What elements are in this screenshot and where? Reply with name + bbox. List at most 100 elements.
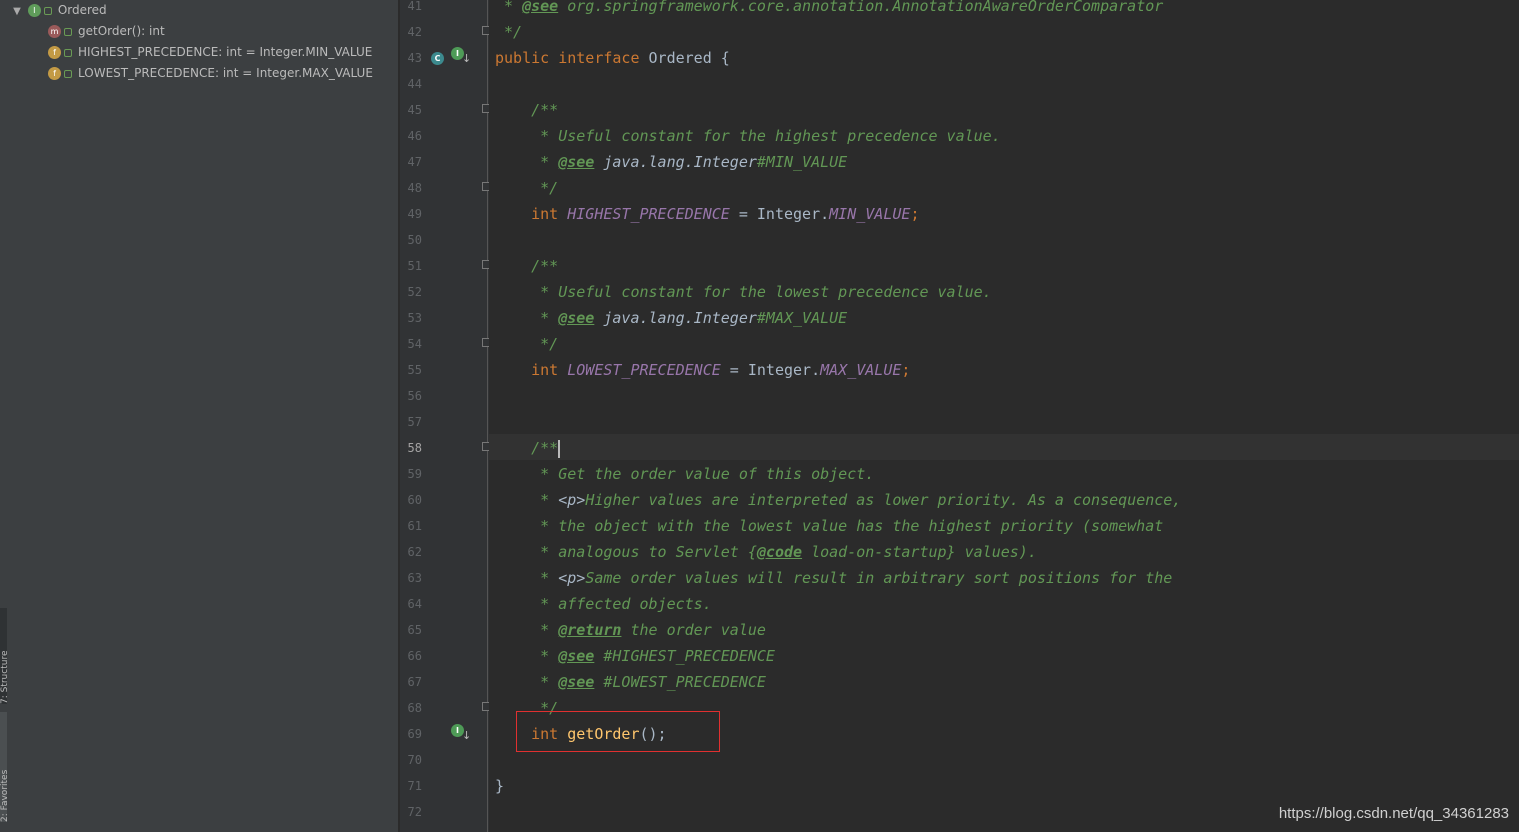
code-line-53: * @see java.lang.Integer#MAX_VALUE: [495, 305, 847, 331]
code-line-61: * the object with the lowest value has t…: [495, 513, 1163, 539]
semicolon: ;: [910, 205, 920, 223]
comment-text: org.springframework.core.annotation.Anno…: [558, 0, 1164, 15]
comment-text: *: [495, 0, 523, 15]
code-line-59: * Get the order value of this object.: [495, 461, 874, 487]
code-line-64: * affected objects.: [495, 591, 712, 617]
line-number: 58: [407, 441, 422, 455]
javadoc-reference: java.lang.Integer: [594, 153, 757, 171]
text-caret: [558, 439, 561, 458]
structure-panel: ▼ I Ordered m getOrder(): int f HIGHEST_PRE…: [8, 0, 398, 832]
code-line-52: * Useful constant for the lowest precede…: [495, 279, 992, 305]
tree-root-ordered[interactable]: ▼ I Ordered: [10, 0, 107, 21]
line-number: 67: [407, 675, 422, 689]
line-number: 72: [407, 805, 422, 819]
comment-text: #LOWEST_PRECEDENCE: [594, 673, 766, 691]
line-number: 71: [407, 779, 422, 793]
comment-text: the order value: [621, 621, 766, 639]
line-number: 47: [407, 155, 422, 169]
go-to-implementation-arrow-icon[interactable]: ↓: [462, 52, 471, 65]
comment-text: #HIGHEST_PRECEDENCE: [594, 647, 775, 665]
line-number: 46: [407, 129, 422, 143]
go-to-implementation-arrow-icon[interactable]: ↓: [462, 729, 471, 742]
has-implementations-icon[interactable]: C: [431, 52, 444, 65]
comment-text: /**: [495, 257, 559, 275]
comment-text: */: [495, 179, 559, 197]
tree-item-highest-precedence[interactable]: f HIGHEST_PRECEDENCE: int = Integer.MIN_V…: [48, 42, 372, 63]
public-lock-icon: [43, 6, 52, 15]
comment-text: * the object with the lowest value has t…: [495, 517, 1164, 535]
line-number: 56: [407, 389, 422, 403]
code-line-47: * @see java.lang.Integer#MIN_VALUE: [495, 149, 847, 175]
structure-tool-tab[interactable]: 7: Structure: [0, 608, 7, 704]
comment-text: * affected objects.: [495, 595, 712, 613]
line-number: 69: [407, 727, 422, 741]
line-number: 49: [407, 207, 422, 221]
comment-text: Higher values are interpreted as lower p…: [585, 491, 1182, 509]
editor-gutter[interactable]: 41 42 43 44 45 46 47 48 49 50 51 52 53 54 55 56 57 58 59 60…: [399, 0, 491, 832]
interface-name: Ordered {: [639, 49, 730, 67]
comment-text: *: [495, 153, 559, 171]
comment-text: * Useful constant for the lowest precede…: [495, 283, 992, 301]
javadoc-reference: java.lang.Integer: [594, 309, 757, 327]
comment-text: * Get the order value of this object.: [495, 465, 875, 483]
code-line-51: /**: [495, 253, 558, 279]
code-line-54: */: [495, 331, 558, 357]
code-line-60: * <p>Higher values are interpreted as lo…: [495, 487, 1181, 513]
comment-text: */: [495, 335, 559, 353]
tree-item-label: Ordered: [57, 3, 107, 17]
line-number: 62: [407, 545, 422, 559]
html-tag: <p>: [558, 569, 586, 587]
current-line-highlight: [489, 434, 1519, 460]
code-line-43: public interface Ordered {: [495, 45, 730, 71]
line-number: 41: [407, 0, 422, 13]
comment-text: #MAX_VALUE: [756, 309, 848, 327]
code-line-41: * @see org.springframework.core.annotati…: [495, 0, 1163, 19]
closing-brace: }: [495, 777, 505, 795]
collapse-arrow-icon[interactable]: ▼: [10, 1, 24, 22]
code-line-62: * analogous to Servlet {@code load-on-st…: [495, 539, 1037, 565]
annotation-highlight-box: [516, 711, 720, 752]
watermark-text: https://blog.csdn.net/qq_34361283: [1278, 805, 1509, 822]
interface-icon: I: [27, 4, 41, 17]
javadoc-tag: @see: [558, 309, 595, 327]
tree-item-label: getOrder(): int: [78, 24, 165, 38]
line-number: 48: [407, 181, 422, 195]
tree-item-getorder[interactable]: m getOrder(): int: [48, 21, 165, 42]
comment-text: * Useful constant for the highest preced…: [495, 127, 1001, 145]
line-number: 64: [407, 597, 422, 611]
line-number: 54: [407, 337, 422, 351]
line-number: 70: [407, 753, 422, 767]
field-icon: f: [48, 67, 61, 80]
code-line-49: int HIGHEST_PRECEDENCE = Integer.MIN_VAL…: [495, 201, 919, 227]
code-line-65: * @return the order value: [495, 617, 766, 643]
code-line-71: }: [495, 773, 504, 799]
line-number: 55: [407, 363, 422, 377]
keyword: int: [495, 205, 568, 223]
javadoc-tag: @see: [558, 153, 595, 171]
tree-item-label: HIGHEST_PRECEDENCE: int = Integer.MIN_VA…: [78, 45, 373, 59]
code-line-66: * @see #HIGHEST_PRECEDENCE: [495, 643, 775, 669]
javadoc-tag: @return: [558, 621, 622, 639]
code-editor[interactable]: * @see org.springframework.core.annotati…: [489, 0, 1519, 832]
field-name: HIGHEST_PRECEDENCE: [567, 205, 730, 223]
line-number: 42: [407, 25, 422, 39]
field-name: LOWEST_PRECEDENCE: [567, 361, 721, 379]
public-lock-icon: [64, 48, 72, 57]
code-text: = Integer.: [720, 361, 821, 379]
code-line-48: */: [495, 175, 558, 201]
comment-text: /**: [495, 439, 559, 457]
code-line-63: * <p>Same order values will result in ar…: [495, 565, 1172, 591]
tree-item-lowest-precedence[interactable]: f LOWEST_PRECEDENCE: int = Integer.MAX_VA…: [48, 63, 373, 84]
tree-item-label: LOWEST_PRECEDENCE: int = Integer.MAX_VAL…: [78, 66, 373, 80]
constant-reference: MAX_VALUE: [820, 361, 902, 379]
javadoc-tag: @see: [522, 0, 559, 15]
comment-text: * analogous to Servlet {: [495, 543, 757, 561]
line-number: 53: [407, 311, 422, 325]
comment-text: Same order values will result in arbitra…: [585, 569, 1173, 587]
favorites-tool-tab[interactable]: 2: Favorites: [0, 712, 7, 822]
line-number: 57: [407, 415, 422, 429]
code-line-46: * Useful constant for the highest preced…: [495, 123, 1001, 149]
line-number: 60: [407, 493, 422, 507]
comment-text: #MIN_VALUE: [756, 153, 848, 171]
javadoc-tag: @see: [558, 647, 595, 665]
